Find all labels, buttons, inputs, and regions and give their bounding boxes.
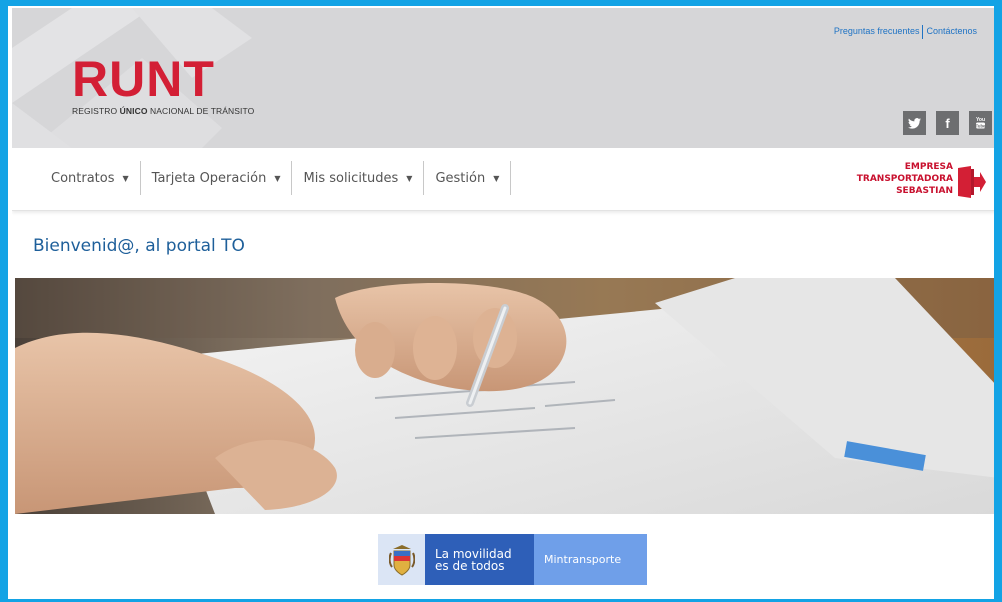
- main-navbar: Contratos ▼ Tarjeta Operación ▼ Mis solici…: [12, 148, 994, 211]
- caret-down-icon: ▼: [122, 173, 129, 183]
- nav-menu: Contratos ▼ Tarjeta Operación ▼ Mis solici…: [40, 161, 512, 195]
- logout-icon[interactable]: [958, 166, 986, 198]
- browser-frame: RUNT REGISTRO ÚNICO NACIONAL DE TRÁNSITO…: [0, 0, 1002, 602]
- user-company-name: EMPRESA TRANSPORTADORA SEBASTIAN: [856, 162, 953, 196]
- coat-of-arms-icon: [378, 534, 425, 585]
- nav-item-gestion[interactable]: Gestión ▼: [424, 161, 512, 195]
- page: RUNT REGISTRO ÚNICO NACIONAL DE TRÁNSITO…: [12, 8, 994, 599]
- caret-down-icon: ▼: [406, 173, 413, 183]
- gov-tagline: La movilidad es de todos: [425, 534, 534, 585]
- social-links: f You Tube: [903, 111, 992, 135]
- logo-wordmark: RUNT: [72, 51, 215, 107]
- nav-item-tarjeta-operacion[interactable]: Tarjeta Operación ▼: [141, 161, 293, 195]
- nav-item-label: Gestión: [435, 170, 486, 186]
- runt-logo[interactable]: RUNT REGISTRO ÚNICO NACIONAL DE TRÁNSITO: [72, 54, 254, 116]
- svg-text:Tube: Tube: [976, 123, 986, 128]
- nav-item-label: Mis solicitudes: [303, 170, 399, 186]
- svg-text:You: You: [976, 117, 985, 123]
- top-links: Preguntas frecuentes Contáctenos: [831, 25, 980, 39]
- nav-item-label: Tarjeta Operación: [151, 170, 267, 186]
- caret-down-icon: ▼: [493, 173, 500, 183]
- facebook-icon[interactable]: f: [936, 111, 959, 135]
- caret-down-icon: ▼: [274, 173, 281, 183]
- page-title: Bienvenid@, al portal TO: [33, 236, 245, 256]
- contact-link[interactable]: Contáctenos: [923, 26, 980, 36]
- nav-item-contratos[interactable]: Contratos ▼: [40, 161, 141, 195]
- nav-item-label: Contratos: [51, 170, 115, 186]
- faq-link[interactable]: Preguntas frecuentes: [831, 26, 923, 36]
- twitter-icon[interactable]: [903, 111, 926, 135]
- gov-colombia-logo: La movilidad es de todos Mintransporte: [378, 534, 647, 585]
- logo-subtitle: REGISTRO ÚNICO NACIONAL DE TRÁNSITO: [72, 106, 255, 116]
- ministry-label: Mintransporte: [534, 534, 647, 585]
- nav-item-mis-solicitudes[interactable]: Mis solicitudes ▼: [292, 161, 425, 195]
- hero-image-hands-signing-document: [15, 278, 994, 514]
- site-header: RUNT REGISTRO ÚNICO NACIONAL DE TRÁNSITO…: [12, 8, 994, 148]
- youtube-icon[interactable]: You Tube: [969, 111, 992, 135]
